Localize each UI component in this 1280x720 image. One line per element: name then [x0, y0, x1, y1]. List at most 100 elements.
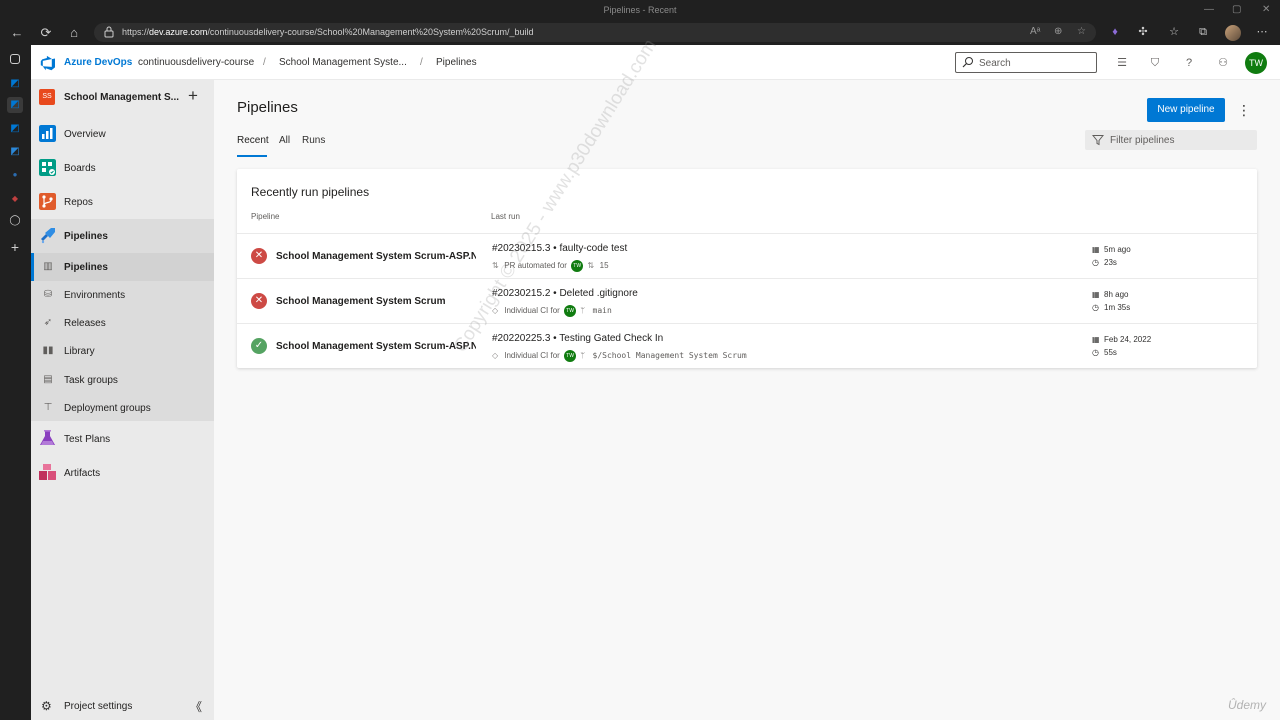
tab-actions-icon[interactable] — [10, 54, 20, 64]
subnav-library[interactable]: ▮▮ Library — [31, 337, 214, 365]
tab-azure-devops-icon[interactable]: ◩ — [7, 121, 23, 137]
deployment-groups-icon: ⊤ — [43, 402, 53, 413]
table-row[interactable]: ✕ School Management System Scrum #202302… — [237, 278, 1257, 323]
subnav-releases[interactable]: ➶ Releases — [31, 309, 214, 337]
tab-all[interactable]: All — [279, 135, 290, 146]
overview-icon — [39, 125, 56, 142]
run-duration: ◷ 55s — [1092, 348, 1117, 357]
close-window-icon[interactable]: ✕ — [1262, 4, 1270, 15]
nav-item-pipelines[interactable]: Pipelines — [31, 219, 214, 253]
succeeded-status-icon: ✓ — [251, 338, 267, 354]
project-settings[interactable]: ⚙ Project settings 《 — [31, 692, 214, 720]
breadcrumb-page[interactable]: Pipelines — [436, 57, 477, 68]
tab-azure-devops-active-icon[interactable]: ◩ — [7, 97, 23, 113]
card-title: Recently run pipelines — [251, 185, 370, 199]
tab-github-icon[interactable]: ◯ — [7, 213, 23, 229]
vertical-tab-strip: ◩ ◩ ◩ ◩ ● ◆ ◯ + — [0, 45, 31, 720]
collapse-sidebar-icon[interactable]: 《 — [190, 698, 202, 715]
favorites-icon[interactable]: ☆ — [1165, 23, 1183, 42]
run-time: ▦ 8h ago — [1092, 290, 1129, 299]
artifacts-icon — [39, 464, 56, 480]
library-icon: ▮▮ — [42, 345, 54, 356]
project-name[interactable]: School Management S... — [64, 92, 179, 103]
favorite-add-icon[interactable]: ☆ — [1077, 26, 1086, 37]
nav-item-label: Test Plans — [64, 434, 111, 445]
marketplace-bag-icon[interactable]: ⛉ — [1148, 56, 1162, 70]
user-avatar-small: TW — [564, 305, 577, 317]
pipeline-name[interactable]: School Management System Scrum — [276, 296, 476, 307]
url-text: https://dev.azure.com/continuousdelivery… — [122, 27, 534, 37]
subnav-environments[interactable]: ⛁ Environments — [31, 281, 214, 309]
failed-status-icon: ✕ — [251, 293, 267, 309]
help-icon[interactable]: ? — [1182, 56, 1196, 70]
pipeline-name[interactable]: School Management System Scrum-ASP.N... — [276, 251, 476, 262]
minimize-icon[interactable]: — — [1204, 4, 1214, 15]
new-pipeline-button[interactable]: New pipeline — [1147, 98, 1225, 122]
filter-pipelines-input[interactable]: Filter pipelines — [1085, 130, 1257, 150]
run-trigger: ◇ Individual CI for TW ᛘ $/School Manage… — [492, 350, 747, 362]
read-aloud-icon[interactable]: Aᵃ — [1030, 26, 1040, 37]
refresh-icon[interactable]: ⟳ — [36, 23, 56, 43]
user-avatar[interactable]: TW — [1245, 52, 1267, 74]
table-row[interactable]: ✓ School Management System Scrum-ASP.N..… — [237, 323, 1257, 368]
run-duration: ◷ 23s — [1092, 258, 1117, 267]
user-settings-icon[interactable]: ⚇ — [1216, 56, 1230, 70]
subnav-task-groups[interactable]: ▤ Task groups — [31, 366, 214, 394]
tab-site-icon[interactable]: ◆ — [7, 191, 23, 207]
nav-item-test-plans[interactable]: Test Plans — [31, 422, 214, 456]
new-tab-icon[interactable]: + — [7, 239, 23, 255]
nav-item-label: Boards — [64, 163, 96, 174]
test-plans-icon — [40, 430, 55, 445]
tab-azure-icon[interactable]: ◩ — [7, 144, 23, 160]
pipelines-sub-icon: ▥ — [43, 261, 53, 272]
home-icon[interactable]: ⌂ — [64, 23, 84, 43]
nav-item-overview[interactable]: Overview — [31, 117, 214, 151]
work-items-icon[interactable]: ☰ — [1115, 56, 1129, 70]
extension-icon[interactable]: ♦ — [1106, 23, 1124, 42]
page-title: Pipelines — [237, 99, 298, 116]
column-header-pipeline: Pipeline — [251, 212, 280, 221]
calendar-icon: ▦ — [1092, 245, 1100, 254]
more-actions-icon[interactable]: ⋮ — [1237, 101, 1251, 119]
zoom-icon[interactable]: ⊕ — [1054, 26, 1062, 37]
subnav-deployment-groups[interactable]: ⊤ Deployment groups — [31, 394, 214, 422]
run-title[interactable]: #20220225.3 • Testing Gated Check In — [492, 333, 663, 344]
subnav-pipelines[interactable]: ▥ Pipelines — [31, 253, 214, 281]
back-icon[interactable]: ← — [7, 23, 27, 43]
extensions-puzzle-icon[interactable]: ✣ — [1134, 23, 1152, 42]
nav-item-artifacts[interactable]: Artifacts — [31, 456, 214, 490]
maximize-icon[interactable]: ▢ — [1232, 4, 1241, 15]
nav-item-label: Repos — [64, 197, 93, 208]
nav-item-boards[interactable]: Boards — [31, 151, 214, 185]
breadcrumb-project[interactable]: School Management Syste... — [279, 57, 407, 68]
tab-azure-devops-icon[interactable]: ◩ — [7, 76, 23, 92]
azure-devops-logo-icon[interactable] — [40, 55, 56, 71]
search-input[interactable]: Search — [955, 52, 1097, 73]
pipeline-name[interactable]: School Management System Scrum-ASP.N... — [276, 341, 476, 352]
tab-site-icon[interactable]: ● — [7, 167, 23, 183]
search-icon — [962, 57, 973, 68]
add-icon[interactable]: + — [188, 86, 198, 106]
run-title[interactable]: #20230215.2 • Deleted .gitignore — [492, 288, 638, 299]
lock-icon — [104, 26, 114, 38]
repos-icon — [39, 193, 56, 210]
breadcrumb-org[interactable]: continuousdelivery-course — [138, 57, 254, 68]
collections-icon[interactable]: ⧉ — [1194, 23, 1212, 42]
udemy-watermark: Ûdemy — [1228, 698, 1267, 712]
table-row[interactable]: ✕ School Management System Scrum-ASP.N..… — [237, 233, 1257, 278]
pr-ref-icon: ⇅ — [587, 261, 595, 271]
address-bar[interactable]: https://dev.azure.com/continuousdelivery… — [94, 23, 1096, 42]
project-selector[interactable]: SS School Management S... + — [31, 80, 214, 114]
clock-icon: ◷ — [1092, 303, 1099, 312]
browser-menu-icon[interactable]: ⋯ — [1253, 23, 1271, 42]
pipelines-icon — [41, 228, 55, 244]
run-time: ▦ 5m ago — [1092, 245, 1131, 254]
window-title: Pipelines - Recent — [603, 5, 677, 15]
brand-link[interactable]: Azure DevOps — [64, 57, 132, 68]
profile-avatar[interactable] — [1225, 25, 1241, 41]
nav-item-label: Artifacts — [64, 468, 101, 479]
tab-recent[interactable]: Recent — [237, 135, 269, 146]
nav-item-repos[interactable]: Repos — [31, 185, 214, 219]
tab-runs[interactable]: Runs — [302, 135, 325, 146]
filter-icon — [1092, 135, 1104, 146]
